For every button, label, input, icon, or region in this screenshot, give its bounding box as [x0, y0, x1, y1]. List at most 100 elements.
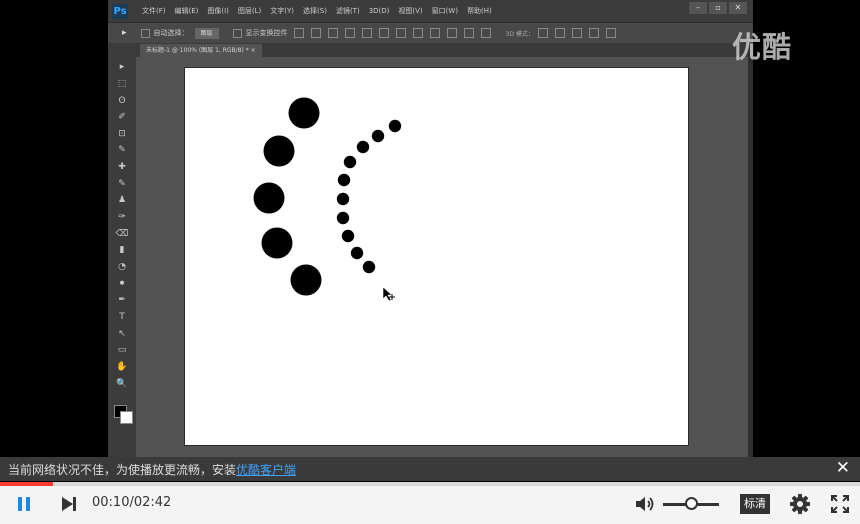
minimize-button[interactable]: – — [689, 2, 707, 14]
path-select-tool[interactable]: ↖ — [115, 328, 129, 340]
volume-knob[interactable] — [685, 497, 698, 510]
player-control-bar: 00:10/02:42 标清 — [0, 482, 860, 524]
shape-tool[interactable]: ▭ — [115, 344, 129, 356]
client-download-link[interactable]: 优酷客户端 — [236, 463, 296, 477]
type-tool[interactable]: T — [115, 311, 129, 323]
show-transform-checkbox[interactable] — [232, 28, 242, 38]
large-dot-5 — [290, 264, 322, 296]
menu-help[interactable]: 帮助(H) — [467, 6, 492, 16]
show-transform-label: 显示变换控件 — [245, 29, 288, 37]
ps-logo: Ps — [112, 3, 128, 19]
tools-panel: ▸ ⬚ ʘ ✐ ⊡ ✎ ✚ ✎ ♟ ✑ ⌫ ▮ ◔ ⚫ ✒ T ↖ ▭ ✋ 🔍 — [108, 43, 136, 458]
scrollbar-strip[interactable] — [748, 43, 753, 458]
quality-button[interactable]: 标清 — [740, 494, 770, 514]
distribute-right-icon[interactable] — [480, 28, 491, 38]
roll-3d-icon[interactable] — [554, 28, 565, 38]
small-dot-3 — [356, 140, 370, 154]
window-controls: – ▫ ✕ — [689, 2, 747, 14]
pen-tool[interactable]: ✒ — [115, 294, 129, 306]
close-window-button[interactable]: ✕ — [729, 2, 747, 14]
move-tool[interactable]: ▸ — [115, 61, 129, 73]
distribute-top-icon[interactable] — [395, 28, 406, 38]
fullscreen-icon[interactable] — [829, 493, 851, 515]
small-dot-2 — [371, 129, 385, 143]
distribute-left-icon[interactable] — [446, 28, 457, 38]
menu-image[interactable]: 图像(I) — [207, 6, 229, 16]
small-dot-7 — [336, 211, 350, 225]
move-cursor-icon — [382, 286, 395, 302]
small-dot-1 — [388, 119, 402, 133]
stamp-tool[interactable]: ♟ — [115, 194, 129, 206]
menu-select[interactable]: 选择(S) — [303, 6, 327, 16]
menu-view[interactable]: 视图(V) — [398, 6, 422, 16]
small-dot-10 — [362, 260, 376, 274]
youku-watermark: 优酷 — [732, 30, 793, 64]
large-dot-4 — [261, 227, 293, 259]
ps-menubar: Ps 文件(F) 编辑(E) 图像(I) 图层(L) 文字(Y) 选择(S) 滤… — [108, 0, 753, 22]
gear-icon[interactable] — [789, 493, 811, 515]
gradient-tool[interactable]: ▮ — [115, 244, 129, 256]
brush-tool[interactable]: ✎ — [115, 178, 129, 190]
current-time: 00:10 — [92, 495, 130, 510]
drag-3d-icon[interactable] — [571, 28, 582, 38]
document-tabbar: 未标题-1 @ 100% (图层 1, RGB/8) * × — [136, 43, 753, 57]
network-notice-bar: 当前网络状况不佳，为使播放更流畅，安装优酷客户端 ✕ — [0, 457, 860, 481]
options-bar: ▸ 自动选择： 图层 显示变换控件 3D 模式： — [108, 22, 753, 44]
small-dot-6 — [336, 192, 350, 206]
large-dot-2 — [263, 135, 295, 167]
slide-3d-icon[interactable] — [588, 28, 599, 38]
menu-layer[interactable]: 图层(L) — [238, 6, 261, 16]
scale-3d-icon[interactable] — [605, 28, 616, 38]
pause-icon[interactable] — [14, 493, 36, 515]
volume-icon[interactable] — [633, 493, 657, 515]
dodge-tool[interactable]: ⚫ — [115, 278, 129, 290]
align-right-icon[interactable] — [378, 28, 389, 38]
auto-select-label: 自动选择： — [153, 29, 189, 37]
zoom-tool[interactable]: 🔍 — [115, 378, 129, 390]
auto-select-checkbox[interactable] — [140, 28, 150, 38]
close-icon[interactable]: ✕ — [836, 458, 850, 478]
marquee-tool[interactable]: ⬚ — [115, 78, 129, 90]
menu-3d[interactable]: 3D(D) — [369, 7, 390, 15]
distribute-hcenter-icon[interactable] — [463, 28, 474, 38]
lasso-tool[interactable]: ʘ — [115, 95, 129, 107]
blur-tool[interactable]: ◔ — [115, 261, 129, 273]
hand-tool[interactable]: ✋ — [115, 361, 129, 373]
next-icon[interactable] — [58, 493, 80, 515]
eraser-tool[interactable]: ⌫ — [115, 228, 129, 240]
healing-tool[interactable]: ✚ — [115, 161, 129, 173]
video-area[interactable]: Ps 文件(F) 编辑(E) 图像(I) 图层(L) 文字(Y) 选择(S) 滤… — [0, 0, 860, 482]
history-brush-tool[interactable]: ✑ — [115, 211, 129, 223]
quick-select-tool[interactable]: ✐ — [115, 111, 129, 123]
total-time: /02:42 — [129, 495, 172, 510]
menu-file[interactable]: 文件(F) — [142, 6, 166, 16]
playback-time: 00:10/02:42 — [92, 495, 171, 510]
menu-filter[interactable]: 滤镜(T) — [336, 6, 360, 16]
move-tool-icon[interactable]: ▸ — [122, 28, 127, 38]
notice-text: 当前网络状况不佳，为使播放更流畅，安装优酷客户端 — [8, 461, 296, 478]
canvas-artwork — [253, 97, 402, 302]
document-canvas[interactable] — [185, 68, 688, 445]
large-dot-1 — [288, 97, 320, 129]
distribute-vcenter-icon[interactable] — [412, 28, 423, 38]
progress-bar[interactable] — [0, 482, 860, 486]
eyedropper-tool[interactable]: ✎ — [115, 144, 129, 156]
align-bottom-icon[interactable] — [327, 28, 338, 38]
mode-3d-label: 3D 模式： — [505, 30, 534, 38]
large-dot-3 — [253, 182, 285, 214]
auto-select-dropdown[interactable]: 图层 — [194, 27, 219, 39]
menu-edit[interactable]: 编辑(E) — [175, 6, 199, 16]
document-tab[interactable]: 未标题-1 @ 100% (图层 1, RGB/8) * × — [140, 44, 262, 57]
notice-message: 当前网络状况不佳，为使播放更流畅，安装 — [8, 463, 237, 477]
maximize-button[interactable]: ▫ — [709, 2, 727, 14]
background-color-swatch[interactable] — [120, 411, 133, 424]
align-hcenter-icon[interactable] — [361, 28, 372, 38]
align-top-icon[interactable] — [293, 28, 304, 38]
menu-window[interactable]: 窗口(W) — [432, 6, 458, 16]
menu-type[interactable]: 文字(Y) — [270, 6, 294, 16]
crop-tool[interactable]: ⊡ — [115, 128, 129, 140]
align-left-icon[interactable] — [344, 28, 355, 38]
rotate-3d-icon[interactable] — [537, 28, 548, 38]
distribute-bottom-icon[interactable] — [429, 28, 440, 38]
align-vcenter-icon[interactable] — [310, 28, 321, 38]
